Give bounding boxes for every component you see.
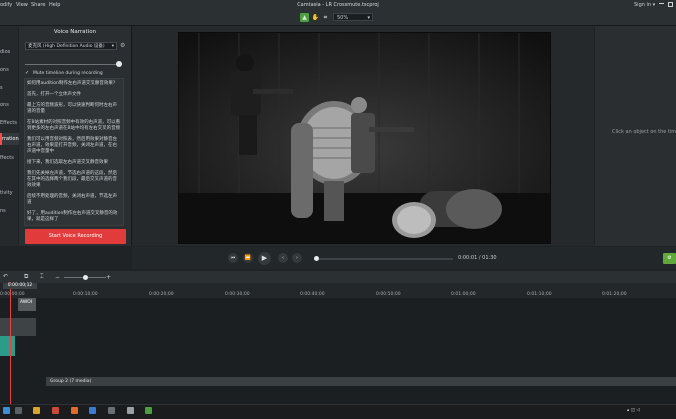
minimize-icon[interactable] bbox=[659, 3, 664, 4]
script-paragraph: 最上方的音频波形，可以快速判断何时左右声道的音量 bbox=[27, 103, 117, 114]
script-paragraph: 在B站素材的对照音频中有效的右声道，可以看到更多的左右声道在B站中均有左右交叉的… bbox=[27, 120, 121, 131]
playhead-time: 0:00:00;12 bbox=[3, 283, 37, 289]
split-icon[interactable]: ⌶ bbox=[40, 273, 44, 281]
copy-icon[interactable]: ⧉ bbox=[24, 273, 28, 281]
tick-label: 0:00:50;00 bbox=[376, 292, 401, 297]
tick-label: 0:01:20;00 bbox=[602, 292, 627, 297]
chevron-down-icon: ▾ bbox=[367, 15, 370, 21]
system-tray: ▴ ◫ ◁ bbox=[627, 408, 640, 413]
step-back-icon[interactable]: ‹ bbox=[278, 253, 288, 263]
app-icon[interactable] bbox=[52, 407, 59, 414]
scrubber-thumb[interactable] bbox=[314, 256, 319, 261]
step-forward-icon[interactable]: › bbox=[292, 253, 302, 263]
app-icon[interactable] bbox=[89, 407, 96, 414]
microphone-select[interactable]: 麦克风 (High Definition Audio 设备) ▾ bbox=[25, 42, 117, 50]
file-explorer-icon[interactable] bbox=[33, 407, 40, 414]
tick-label: 0:01:00;00 bbox=[451, 292, 476, 297]
sidebar-item-audio-effects[interactable]: ffects bbox=[0, 152, 18, 164]
mic-settings-icon[interactable]: ⚙ bbox=[120, 43, 126, 49]
export-button[interactable]: ⚙ bbox=[663, 253, 676, 264]
crop-tool-icon[interactable]: ⌗ bbox=[321, 13, 330, 22]
zoom-in-icon[interactable]: + bbox=[106, 274, 111, 281]
undo-icon[interactable]: ↶ bbox=[3, 273, 8, 280]
script-paragraph: 我们先关掉左声道，节选右声道的这段，然后在其中的选择两个我们段，最后交叉声道的音… bbox=[27, 171, 117, 188]
timeline-clip[interactable]: AWOI bbox=[18, 298, 36, 311]
group-clip[interactable]: Group 2 (7 media) bbox=[46, 377, 676, 386]
app-icon[interactable] bbox=[108, 407, 115, 414]
script-paragraph: 如何用audition制作左右声道交叉静音效果? bbox=[27, 81, 116, 86]
previous-frame-icon[interactable]: ⏮ bbox=[228, 253, 238, 263]
zoom-out-icon[interactable]: − bbox=[55, 274, 60, 281]
properties-panel bbox=[595, 26, 676, 246]
app-icon[interactable] bbox=[71, 407, 78, 414]
sidebar-item-media[interactable]: dios bbox=[0, 46, 18, 58]
audio-clip[interactable] bbox=[0, 336, 15, 356]
properties-empty-message: Click an object on the tim or canvas to … bbox=[612, 129, 676, 135]
os-taskbar bbox=[0, 404, 676, 419]
sidebar-item-captions[interactable]: ns bbox=[0, 205, 18, 217]
sign-in-link[interactable]: Sign in ▾ bbox=[634, 0, 655, 11]
start-icon[interactable] bbox=[3, 407, 10, 414]
panel-title: Voice Narration bbox=[53, 29, 97, 35]
script-paragraph: 好了，用audition制作左右声道交叉静音的效果，就是这样了 bbox=[27, 211, 118, 222]
tick-label: 0:00:40;00 bbox=[300, 292, 325, 297]
script-paragraph: 我们可以用音频对照表，然后用效果对静音左右声道，效果是打开音频，关闭左声道，在右… bbox=[27, 137, 117, 154]
scrubber-track[interactable] bbox=[316, 258, 453, 260]
sidebar-item-annotations[interactable]: ons bbox=[0, 64, 18, 76]
sidebar-item-transitions[interactable]: s bbox=[0, 82, 18, 94]
script-paragraph: 接下来，我们选取左右声道交叉静音效果 bbox=[27, 160, 108, 165]
script-paragraph: 首先，打开一个立体声文件 bbox=[27, 92, 81, 97]
sidebar-item-voice-narration[interactable]: rration bbox=[0, 133, 20, 145]
start-voice-recording-button[interactable]: Start Voice Recording bbox=[25, 229, 126, 244]
playhead[interactable] bbox=[10, 282, 11, 404]
mute-timeline-label: Mute timeline during recording bbox=[33, 71, 103, 76]
sidebar-item-interactivity[interactable]: tivity bbox=[0, 187, 18, 199]
maximize-icon[interactable] bbox=[668, 2, 673, 7]
sidebar-item-animations[interactable]: ons bbox=[0, 99, 18, 111]
script-paragraph: 后续不用处理的音频，关闭右声道，节选左声道 bbox=[27, 194, 117, 205]
volume-slider-track[interactable] bbox=[25, 64, 120, 65]
play-icon[interactable]: ▶ bbox=[258, 252, 271, 265]
tick-label: 0:00:20;00 bbox=[149, 292, 174, 297]
tick-label: 0:00:10;00 bbox=[73, 292, 98, 297]
camtasia-icon[interactable] bbox=[145, 407, 152, 414]
window-title: Camtasia - LR Crossmute.tscproj bbox=[297, 2, 379, 8]
chevron-down-icon: ▾ bbox=[111, 44, 114, 49]
volume-slider-thumb[interactable] bbox=[116, 61, 122, 67]
search-icon[interactable] bbox=[15, 407, 22, 414]
zoom-select[interactable]: 50% ▾ bbox=[333, 13, 373, 21]
app-icon[interactable] bbox=[127, 407, 134, 414]
time-display: 0:00:01 / 01:30 bbox=[458, 255, 497, 261]
tick-label: 0:00:00;00 bbox=[0, 292, 25, 297]
timeline-zoom-thumb[interactable] bbox=[83, 275, 88, 280]
preview-image bbox=[179, 33, 550, 243]
timeline-clip[interactable] bbox=[0, 318, 36, 336]
narration-script-textarea[interactable]: 如何用audition制作左右声道交叉静音效果? 首先，打开一个立体声文件 最上… bbox=[24, 78, 124, 226]
timeline-tracks[interactable] bbox=[0, 298, 676, 404]
video-preview[interactable] bbox=[178, 32, 551, 244]
tick-label: 0:00:30;00 bbox=[225, 292, 250, 297]
sidebar-item-cursor-effects[interactable]: Effects bbox=[0, 117, 18, 129]
mute-timeline-checkbox[interactable]: ✓ bbox=[25, 71, 30, 76]
select-tool-icon[interactable]: ▲ bbox=[300, 13, 309, 22]
rewind-icon[interactable]: ⏪ bbox=[243, 253, 253, 263]
tick-label: 0:01:10;00 bbox=[527, 292, 552, 297]
tools-sidebar: dios ons s ons Effects ffects rration ff… bbox=[0, 26, 20, 246]
timeline-ruler[interactable] bbox=[0, 283, 676, 299]
pan-tool-icon[interactable]: ✋ bbox=[311, 13, 320, 22]
